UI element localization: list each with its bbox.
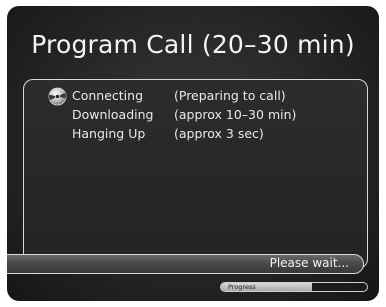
step-downloading: Downloading (approx 10–30 min) [24,107,367,126]
step-hanging-up: Hanging Up (approx 3 sec) [24,126,367,145]
step-detail: (approx 10–30 min) [174,107,297,122]
progress-label: Progress [228,283,256,291]
steps-panel: Connecting (Preparing to call) Downloadi… [23,79,368,269]
progress-bar: Progress [220,282,368,292]
status-message: Please wait... [269,256,349,270]
steps-list: Connecting (Preparing to call) Downloadi… [24,87,367,145]
dialog-title: Program Call (20–30 min) [31,30,355,59]
step-detail: (Preparing to call) [174,88,286,103]
step-name: Connecting [72,88,144,103]
program-call-screen: Program Call (20–30 min) Connecting (Pre… [7,6,379,301]
step-name: Downloading [72,107,154,122]
step-detail: (approx 3 sec) [174,126,264,141]
step-connecting: Connecting (Preparing to call) [24,87,367,107]
disc-icon [48,87,67,106]
status-bar: Please wait... [7,254,364,274]
step-name: Hanging Up [72,126,146,141]
